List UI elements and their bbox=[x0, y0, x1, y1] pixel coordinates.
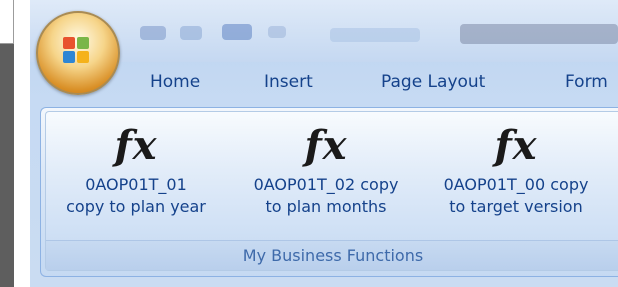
ribbon-group-title: My Business Functions bbox=[46, 240, 618, 270]
button-label-line1: 0AOP01T_00 copy bbox=[443, 175, 589, 194]
tab-insert[interactable]: Insert bbox=[264, 72, 313, 92]
title-bar-blur bbox=[460, 24, 618, 44]
office-button[interactable] bbox=[36, 11, 120, 95]
excel-window: Home Insert Page Layout Form fx 0AOP01T_… bbox=[30, 0, 618, 287]
office-logo-icon bbox=[63, 37, 91, 65]
ribbon-group-my-business-functions: fx 0AOP01T_01 copy to plan year fx 0AOP0… bbox=[45, 111, 618, 271]
function-icon: fx bbox=[114, 122, 158, 169]
ribbon-tabs: Home Insert Page Layout Form bbox=[30, 62, 618, 106]
button-label-line1: 0AOP01T_02 copy bbox=[253, 175, 399, 194]
button-label-line2: copy to plan year bbox=[66, 197, 206, 216]
tab-home[interactable]: Home bbox=[150, 72, 200, 92]
tab-page-layout[interactable]: Page Layout bbox=[381, 72, 485, 92]
button-label-line1: 0AOP01T_01 bbox=[85, 175, 187, 194]
function-icon: fx bbox=[494, 122, 538, 169]
redo-icon[interactable] bbox=[222, 24, 252, 40]
save-icon[interactable] bbox=[140, 26, 166, 40]
business-function-button-01[interactable]: fx 0AOP01T_01 copy to plan year bbox=[46, 114, 226, 234]
window-edge-panel bbox=[0, 0, 14, 44]
function-icon: fx bbox=[304, 122, 348, 169]
tab-formulas[interactable]: Form bbox=[565, 72, 608, 92]
undo-icon[interactable] bbox=[180, 26, 202, 40]
customize-icon[interactable] bbox=[268, 26, 286, 38]
business-function-button-02[interactable]: fx 0AOP01T_02 copy to plan months bbox=[236, 114, 416, 234]
business-function-button-00[interactable]: fx 0AOP01T_00 copy to target version bbox=[426, 114, 606, 234]
title-bar-text bbox=[330, 28, 420, 42]
button-label-line2: to target version bbox=[449, 197, 583, 216]
button-label-line2: to plan months bbox=[265, 197, 387, 216]
ribbon-panel: fx 0AOP01T_01 copy to plan year fx 0AOP0… bbox=[40, 107, 618, 277]
